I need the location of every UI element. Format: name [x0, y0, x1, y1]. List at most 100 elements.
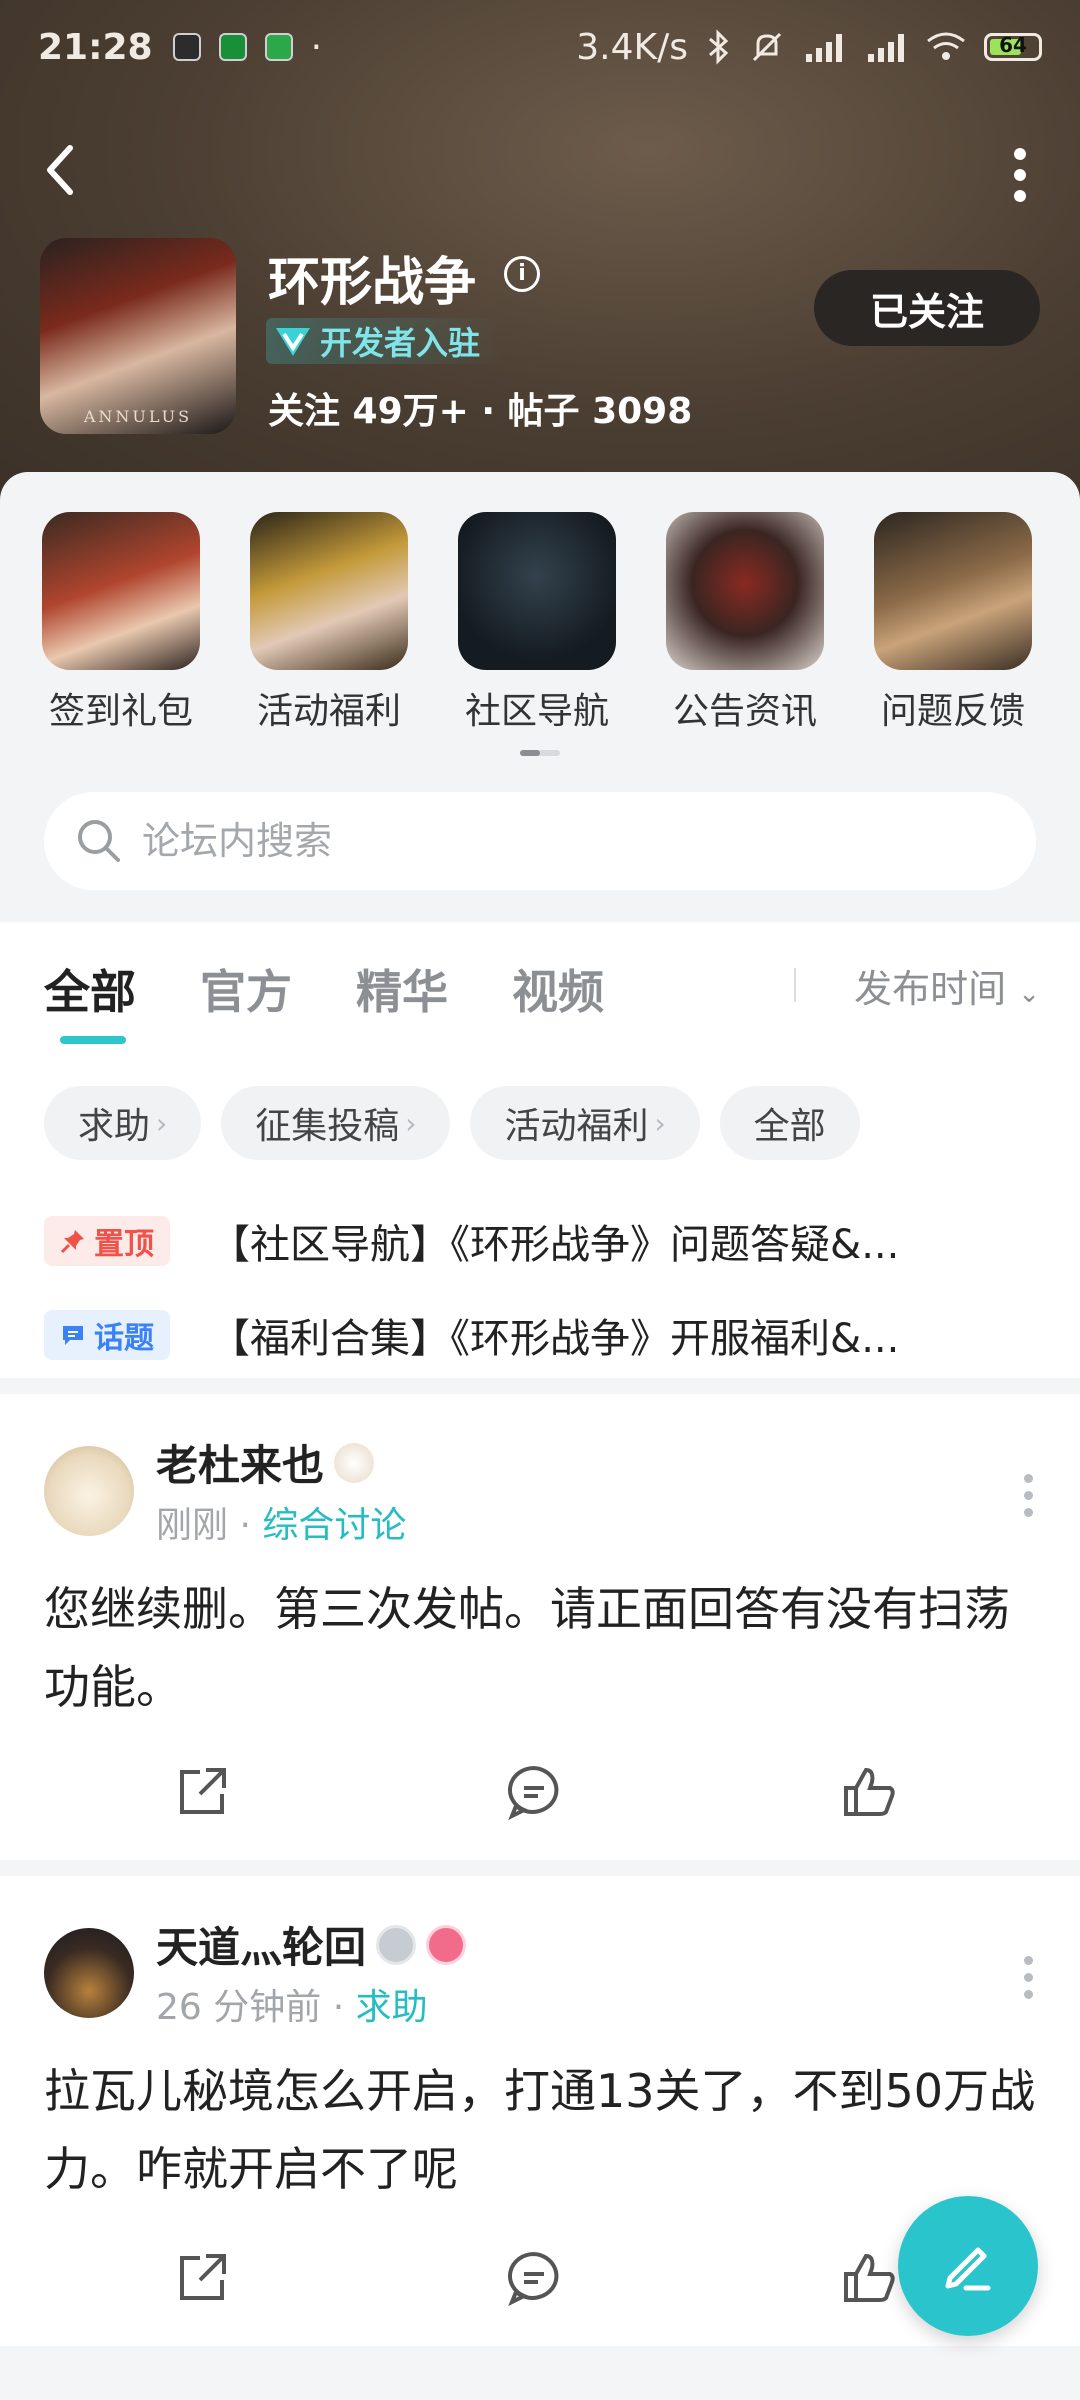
chevron-right-icon: › [654, 1106, 666, 1140]
like-icon[interactable] [840, 2248, 900, 2308]
shortcut-label: 问题反馈 [880, 691, 1025, 732]
pinned-tag-label: 置顶 [94, 1227, 154, 1262]
dot-icon: · [310, 26, 323, 68]
shortcut-image [458, 512, 616, 670]
active-tab-indicator [60, 1036, 126, 1044]
search-bar[interactable] [44, 792, 1036, 890]
signal-icon [806, 34, 842, 62]
tab-bar: 全部 官方 精华 视频 [44, 956, 604, 1022]
chip-label: 征集投稿 [255, 1106, 400, 1147]
shortcut-list: 签到礼包 活动福利 社区导航 公告资讯 问题反馈 [42, 512, 1032, 734]
shortcut-image [874, 512, 1032, 670]
post-card[interactable]: 老杜来也 刚刚 · 综合讨论 您继续删。第三次发帖。请正面回答有没有扫荡功能。 [0, 1394, 1080, 1860]
shortcut-event-rewards[interactable]: 活动福利 [250, 512, 408, 734]
app-notification-icon [218, 33, 247, 61]
app-notification-icon [172, 33, 201, 61]
avatar[interactable] [44, 1928, 134, 2018]
dot-separator: · [332, 1987, 356, 2028]
post-more-icon[interactable] [1024, 1474, 1034, 1525]
comment-icon[interactable] [504, 1762, 564, 1822]
mute-icon [752, 32, 782, 62]
post-category[interactable]: 求助 [356, 1987, 428, 2028]
compose-post-button[interactable] [898, 2196, 1038, 2336]
divider [0, 1378, 1080, 1394]
game-icon-caption: ANNULUS [83, 407, 193, 426]
follow-button[interactable]: 已关注 [814, 270, 1040, 346]
shortcut-image [42, 512, 200, 670]
search-input[interactable] [142, 819, 942, 863]
post-time: 26 分钟前 [156, 1987, 322, 2028]
shortcut-feedback[interactable]: 问题反馈 [874, 512, 1032, 734]
pinned-tag: 置顶 [44, 1216, 170, 1266]
post-more-icon[interactable] [1024, 1956, 1034, 2007]
forum-stats: 关注 49万+ · 帖子 3098 [268, 391, 693, 432]
wifi-icon [927, 32, 965, 60]
tab-video[interactable]: 视频 [512, 956, 604, 1022]
shortcut-panel: 签到礼包 活动福利 社区导航 公告资讯 问题反馈 [0, 472, 1080, 922]
chip-event-rewards[interactable]: 活动福利 › [470, 1086, 700, 1160]
chevron-right-icon: › [405, 1106, 417, 1140]
tab-featured[interactable]: 精华 [356, 956, 448, 1022]
shortcut-community-nav[interactable]: 社区导航 [458, 512, 616, 734]
topic-tag: 话题 [44, 1310, 170, 1360]
author-name: 天道灬轮回 [156, 1923, 367, 1972]
sort-dropdown[interactable]: 发布时间 ⌄ [854, 958, 1040, 1013]
status-time: 21:28 [38, 26, 153, 68]
comment-icon[interactable] [504, 2248, 564, 2308]
post-category[interactable]: 综合讨论 [262, 1505, 406, 1546]
chip-all[interactable]: 全部 [719, 1086, 860, 1160]
developer-badge-label: 开发者入驻 [320, 324, 481, 362]
shortcut-label: 社区导航 [464, 691, 609, 732]
category-chips: 求助 › 征集投稿 › 活动福利 › 全部 [44, 1086, 860, 1160]
bluetooth-icon [709, 29, 729, 65]
game-icon: ANNULUS [40, 238, 236, 434]
tab-all[interactable]: 全部 [44, 956, 136, 1022]
chip-submissions[interactable]: 征集投稿 › [221, 1086, 451, 1160]
back-icon[interactable] [40, 140, 80, 200]
post-time: 刚刚 [156, 1505, 229, 1546]
rank-badge-icon [426, 1924, 467, 1965]
developer-badge: 开发者入驻 [266, 318, 507, 364]
feed-controls: 全部 官方 精华 视频 发布时间 ⌄ 求助 › 征集投稿 › 活动福利 › 全部 置顶… [0, 922, 1080, 1378]
share-icon[interactable] [172, 2248, 232, 2308]
divider [794, 968, 796, 1002]
info-icon[interactable]: i [504, 256, 540, 292]
divider [0, 1860, 1080, 1876]
pinned-post[interactable]: 置顶 【社区导航】《环形战争》问题答疑&... [44, 1212, 1044, 1270]
post-author[interactable]: 老杜来也 [156, 1432, 375, 1493]
shortcut-image [666, 512, 824, 670]
topic-post[interactable]: 话题 【福利合集】《环形战争》开服福利&... [44, 1306, 1044, 1364]
signal-icon [868, 34, 904, 62]
notification-icons: · [172, 26, 323, 68]
shortcut-sign-in-gift[interactable]: 签到礼包 [42, 512, 200, 734]
chevron-down-icon: ⌄ [1018, 979, 1040, 1009]
pin-icon [60, 1230, 84, 1254]
chevron-right-icon: › [156, 1106, 168, 1140]
pinned-title: 【社区导航】《环形战争》问题答疑&... [210, 1222, 900, 1268]
forum-header: 21:28 · 3.4K/s 64 ANNULUS 环形战争 i 开发者入驻 关… [0, 0, 1080, 500]
shortcut-label: 签到礼包 [48, 691, 193, 732]
chip-help[interactable]: 求助 › [44, 1086, 202, 1160]
more-menu-icon[interactable] [1014, 148, 1030, 202]
topic-title: 【福利合集】《环形战争》开服福利&... [210, 1316, 900, 1362]
post-author[interactable]: 天道灬轮回 [156, 1914, 467, 1975]
chat-bubble-icon [63, 1326, 83, 1345]
chip-label: 求助 [78, 1106, 151, 1147]
net-speed: 3.4K/s [576, 26, 688, 68]
shortcut-label: 公告资讯 [672, 691, 817, 732]
shortcut-image [250, 512, 408, 670]
like-icon[interactable] [840, 1762, 900, 1822]
topic-tag-label: 话题 [94, 1321, 154, 1356]
post-meta: 26 分钟前 · 求助 [156, 1978, 428, 2030]
status-bar: 21:28 · 3.4K/s 64 [38, 22, 1042, 72]
avatar[interactable] [44, 1446, 134, 1536]
chip-label: 活动福利 [504, 1106, 649, 1147]
tab-official[interactable]: 官方 [200, 956, 292, 1022]
battery-icon: 64 [984, 33, 1042, 61]
share-icon[interactable] [172, 1762, 232, 1822]
shortcut-announcements[interactable]: 公告资讯 [666, 512, 824, 734]
shortcut-pager [520, 750, 560, 756]
wechat-icon [264, 33, 293, 61]
search-icon [78, 820, 120, 862]
dot-separator: · [239, 1505, 263, 1546]
